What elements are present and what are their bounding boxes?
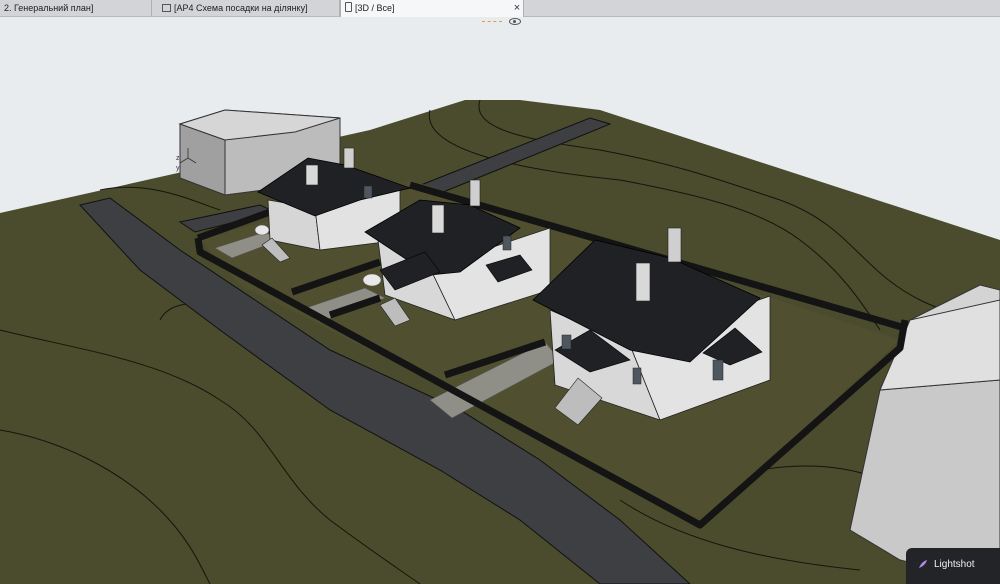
tab-bar: 2. Генеральний план] [АР4 Схема посадки … bbox=[0, 0, 1000, 17]
lightshot-label: Lightshot bbox=[934, 559, 975, 570]
feather-icon bbox=[919, 560, 927, 568]
tab-label: 2. Генеральний план] bbox=[4, 3, 94, 13]
3d-viewport[interactable]: z y bbox=[0, 17, 1000, 584]
lightshot-notification[interactable]: Lightshot bbox=[906, 548, 1000, 584]
tab-label: [3D / Все] bbox=[355, 3, 395, 13]
3d-view-icon bbox=[345, 2, 352, 12]
tab-layout-scheme[interactable]: [АР4 Схема посадки на ділянку] bbox=[158, 0, 340, 16]
axis-label-y: y bbox=[176, 165, 180, 172]
axis-label-z: z bbox=[176, 155, 180, 162]
tab-label: [АР4 Схема посадки на ділянку] bbox=[174, 3, 308, 13]
tab-general-plan[interactable]: 2. Генеральний план] bbox=[0, 0, 152, 16]
tab-3d-all[interactable]: [3D / Все] bbox=[340, 0, 524, 17]
layout-icon bbox=[162, 4, 171, 12]
close-icon[interactable]: × bbox=[511, 2, 523, 14]
